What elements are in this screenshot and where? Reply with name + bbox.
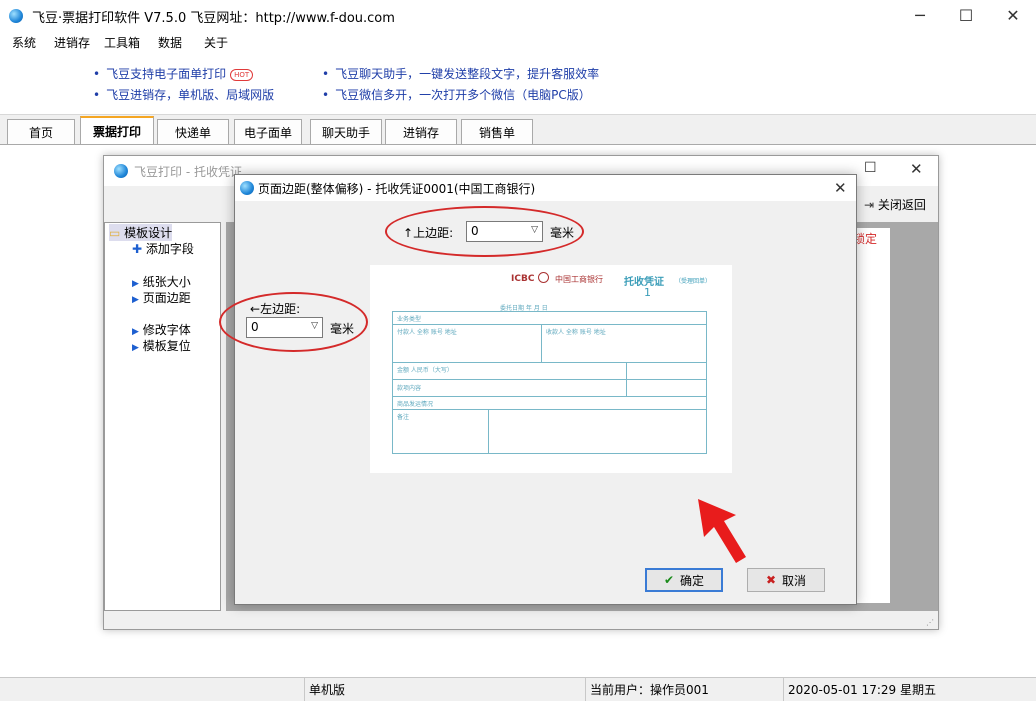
bank-seal-icon [538, 272, 549, 283]
voucher-row-remarks: 备注 [397, 414, 410, 421]
status-edition: 单机版 [304, 678, 585, 701]
window-title: 飞豆·票据打印软件 V7.5.0 飞豆网址：http://www.f-dou.c… [32, 11, 395, 26]
menu-system[interactable]: 系统 [12, 34, 36, 51]
tree-item-paper-size[interactable]: ▶ 纸张大小 [132, 273, 191, 290]
voucher-number: 1 [644, 286, 651, 299]
status-user: 当前用户：操作员001 [585, 678, 783, 701]
arrow-up-icon: ↑ [403, 226, 414, 240]
arrow-icon: ▶ [132, 343, 139, 353]
arrow-icon: ▶ [132, 295, 139, 305]
top-margin-unit: 毫米 [550, 226, 575, 240]
plus-icon: ✚ [132, 242, 143, 256]
bank-logo: ICBC [511, 274, 535, 284]
promo-link-1[interactable]: • 飞豆支持电子面单打印 HOT [93, 65, 254, 82]
tab-home[interactable]: 首页 [7, 119, 75, 144]
menu-inventory[interactable]: 进销存 [54, 34, 90, 51]
bank-name: 中国工商银行 [555, 275, 603, 284]
top-margin-label: ↑上边距: [403, 226, 454, 240]
dialog-close-icon[interactable]: ✕ [834, 179, 847, 197]
title-bar: 飞豆·票据打印软件 V7.5.0 飞豆网址：http://www.f-dou.c… [0, 0, 1036, 31]
voucher-row-amount: 金额 人民币（大写） [397, 367, 453, 374]
chevron-down-icon: ▽ [311, 321, 318, 331]
main-tabs: 首页 票据打印 快递单 电子面单 聊天助手 进销存 销售单 [0, 116, 1036, 144]
left-margin-label: ←左边距: [250, 302, 301, 316]
tab-inventory[interactable]: 进销存 [385, 119, 457, 144]
print-window-close[interactable]: ✕ [910, 160, 923, 178]
cross-icon: ✖ [765, 573, 777, 587]
tree-root[interactable]: ▭ 模板设计 [109, 224, 173, 241]
arrow-icon: ▶ [132, 327, 139, 337]
folder-icon: ▭ [109, 226, 121, 240]
form-note: （受理回单） [675, 278, 712, 285]
arrow-icon: ▶ [132, 279, 139, 289]
dialog-titlebar: 页面边距(整体偏移) - 托收凭证0001(中国工商银行) ✕ [235, 175, 856, 201]
template-tree: ▭ 模板设计 ✚ 添加字段 ▶ 纸张大小 ▶ 页面边距 ▶ 修改字体 ▶ 模板复… [104, 222, 221, 611]
menu-data[interactable]: 数据 [158, 34, 182, 51]
menu-toolbox[interactable]: 工具箱 [104, 34, 140, 51]
close-return-button[interactable]: ⇥ 关闭返回 [864, 196, 926, 213]
margin-dialog: 页面边距(整体偏移) - 托收凭证0001(中国工商银行) ✕ ↑上边距: 0 ▽… [219, 174, 857, 605]
exit-icon: ⇥ [864, 198, 875, 212]
ok-button[interactable]: ✔ 确定 [645, 568, 723, 592]
app-icon [114, 164, 128, 178]
status-bar: 单机版 当前用户：操作员001 2020-05-01 17:29 星期五 [0, 677, 1036, 701]
print-window-maximize[interactable]: ☐ [864, 160, 877, 176]
voucher-row-payee: 收款人 全称 账号 地址 [546, 329, 606, 336]
status-datetime: 2020-05-01 17:29 星期五 [783, 678, 1036, 701]
menu-about[interactable]: 关于 [204, 34, 228, 51]
app-icon [240, 181, 254, 195]
check-icon: ✔ [663, 573, 675, 587]
tab-chat-assistant[interactable]: 聊天助手 [310, 119, 382, 144]
tab-sales[interactable]: 销售单 [461, 119, 533, 144]
menu-bar: 系统 进销存 工具箱 数据 关于 [0, 31, 1036, 53]
left-margin-unit: 毫米 [330, 322, 355, 336]
app-icon [9, 9, 23, 23]
chevron-down-icon: ▽ [531, 225, 538, 235]
tree-item-font[interactable]: ▶ 修改字体 [132, 321, 191, 338]
promo-link-2[interactable]: • 飞豆进销存，单机版、局域网版 [93, 86, 274, 103]
tree-item-page-margin[interactable]: ▶ 页面边距 [132, 289, 191, 306]
tab-e-waybill[interactable]: 电子面单 [234, 119, 302, 144]
tree-item-add-field[interactable]: ✚ 添加字段 [132, 240, 194, 257]
voucher-row-content: 款项内容 [397, 385, 422, 392]
annotation-arrow-icon [698, 499, 746, 563]
voucher-row-shipping: 商品发运情况 [397, 401, 434, 408]
top-margin-select[interactable]: 0 ▽ [466, 221, 543, 242]
maximize-button[interactable]: ☐ [943, 0, 989, 31]
promo-bar: • 飞豆支持电子面单打印 HOT • 飞豆进销存，单机版、局域网版 • 飞豆聊天助手，一… [0, 53, 1036, 115]
hot-badge: HOT [230, 68, 254, 81]
dialog-title: 页面边距(整体偏移) - 托收凭证0001(中国工商银行) [258, 182, 536, 196]
print-window-title: 飞豆打印 - 托收凭证 [134, 165, 242, 179]
tab-express[interactable]: 快递单 [157, 119, 229, 144]
resize-grip-icon[interactable]: ⋰ [926, 618, 934, 627]
cancel-button[interactable]: ✖ 取消 [747, 568, 825, 592]
tab-bill-print[interactable]: 票据打印 [80, 116, 154, 144]
arrow-left-icon: ← [250, 302, 261, 316]
voucher-row-payer: 付款人 全称 账号 地址 [397, 329, 457, 336]
promo-link-3[interactable]: • 飞豆聊天助手，一键发送整段文字，提升客服效率 [322, 65, 599, 82]
voucher-row-business-type: 业务类型 [397, 316, 422, 323]
left-margin-select[interactable]: 0 ▽ [246, 317, 323, 338]
minimize-button[interactable]: ─ [897, 0, 943, 31]
close-button[interactable]: ✕ [990, 0, 1036, 31]
promo-link-4[interactable]: • 飞豆微信多开，一次打开多个微信（电脑PC版） [322, 86, 591, 103]
tree-item-reset[interactable]: ▶ 模板复位 [132, 337, 191, 354]
voucher-preview: ICBC 中国工商银行 托收凭证 （受理回单） 1 委托日期 年 月 日 业务类… [370, 265, 732, 473]
